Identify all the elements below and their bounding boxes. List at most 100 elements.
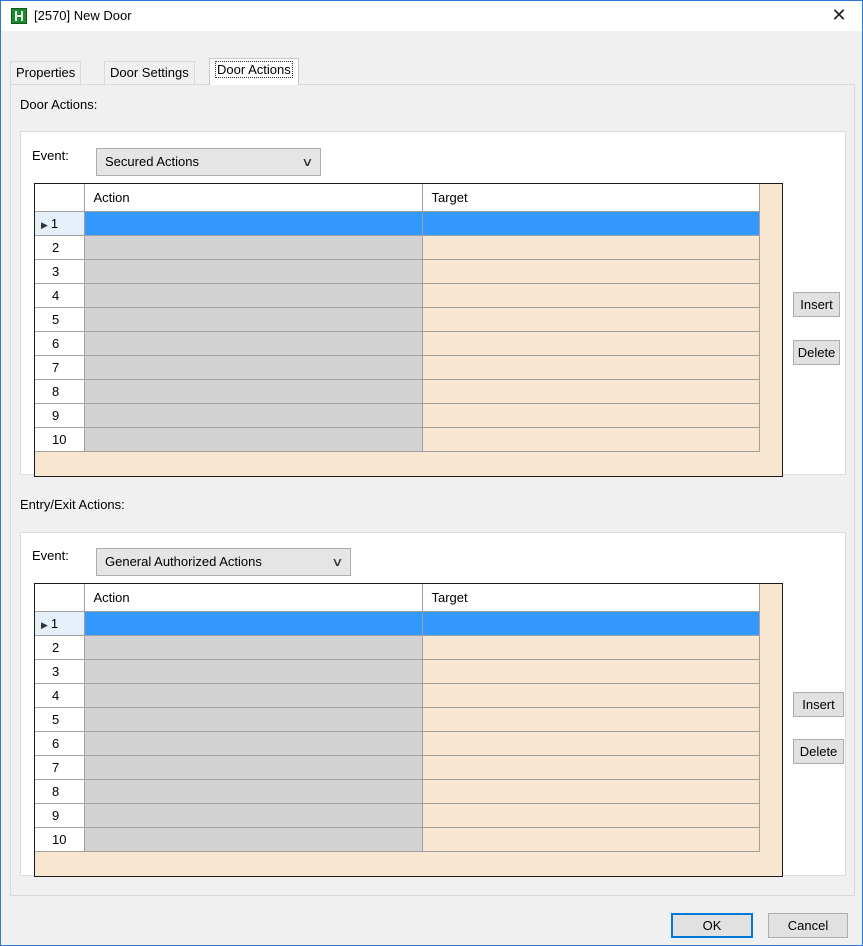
row-header[interactable]: 5 [35, 707, 85, 732]
target-cell[interactable] [422, 331, 760, 356]
table-row[interactable]: 8 [35, 779, 760, 804]
table-row[interactable]: 2 [35, 235, 760, 260]
target-cell[interactable] [422, 379, 760, 404]
table-row[interactable]: 6 [35, 731, 760, 756]
table-row[interactable]: 4 [35, 283, 760, 308]
table-row[interactable]: 3 [35, 259, 760, 284]
table-row[interactable]: 9 [35, 403, 760, 428]
table-row[interactable]: 9 [35, 803, 760, 828]
grid-corner-cell[interactable] [35, 584, 85, 612]
grid-corner-cell[interactable] [35, 184, 85, 212]
target-cell[interactable] [422, 235, 760, 260]
target-cell[interactable] [422, 307, 760, 332]
row-header[interactable]: 4 [35, 683, 85, 708]
close-icon[interactable]: ✕ [816, 1, 862, 31]
target-cell[interactable] [422, 427, 760, 452]
door-delete-button[interactable]: Delete [793, 340, 840, 365]
row-header[interactable]: 3 [35, 259, 85, 284]
row-header[interactable]: 10 [35, 827, 85, 852]
column-header-action[interactable]: Action [84, 184, 423, 212]
column-header-target[interactable]: Target [422, 184, 760, 212]
row-header[interactable]: 8 [35, 779, 85, 804]
row-header[interactable]: 2 [35, 635, 85, 660]
row-header[interactable]: 3 [35, 659, 85, 684]
door-insert-button[interactable]: Insert [793, 292, 840, 317]
target-cell[interactable] [422, 283, 760, 308]
action-cell[interactable] [84, 427, 423, 452]
table-row[interactable]: ▶ 1 [35, 611, 760, 636]
table-row[interactable]: 3 [35, 659, 760, 684]
target-cell[interactable] [422, 611, 760, 636]
action-cell[interactable] [84, 635, 423, 660]
row-header[interactable]: 7 [35, 355, 85, 380]
table-row[interactable]: 4 [35, 683, 760, 708]
action-cell[interactable] [84, 779, 423, 804]
table-row[interactable]: 7 [35, 355, 760, 380]
row-header[interactable]: 4 [35, 283, 85, 308]
row-header[interactable]: 9 [35, 803, 85, 828]
target-cell[interactable] [422, 259, 760, 284]
row-header[interactable]: 2 [35, 235, 85, 260]
tab-door-settings[interactable]: Door Settings [104, 61, 195, 84]
action-cell[interactable] [84, 403, 423, 428]
row-header[interactable]: 6 [35, 331, 85, 356]
target-cell[interactable] [422, 827, 760, 852]
row-header[interactable]: 7 [35, 755, 85, 780]
tab-door-actions[interactable]: Door Actions [209, 58, 299, 85]
action-cell[interactable] [84, 379, 423, 404]
row-header[interactable]: 6 [35, 731, 85, 756]
target-cell[interactable] [422, 635, 760, 660]
action-cell[interactable] [84, 283, 423, 308]
row-header[interactable]: ▶ 1 [35, 611, 85, 636]
action-cell[interactable] [84, 235, 423, 260]
cancel-button[interactable]: Cancel [768, 913, 848, 938]
action-cell[interactable] [84, 307, 423, 332]
table-row[interactable]: 10 [35, 827, 760, 852]
entry-insert-button[interactable]: Insert [793, 692, 844, 717]
row-header[interactable]: 8 [35, 379, 85, 404]
table-row[interactable]: 5 [35, 307, 760, 332]
table-row[interactable]: 5 [35, 707, 760, 732]
table-row[interactable]: 6 [35, 331, 760, 356]
target-cell[interactable] [422, 803, 760, 828]
action-cell[interactable] [84, 707, 423, 732]
action-cell[interactable] [84, 331, 423, 356]
target-cell[interactable] [422, 211, 760, 236]
target-cell[interactable] [422, 707, 760, 732]
table-row[interactable]: 7 [35, 755, 760, 780]
row-header[interactable]: 10 [35, 427, 85, 452]
action-cell[interactable] [84, 611, 423, 636]
action-cell[interactable] [84, 211, 423, 236]
row-header[interactable]: 5 [35, 307, 85, 332]
table-row[interactable]: 8 [35, 379, 760, 404]
target-cell[interactable] [422, 659, 760, 684]
door-event-select[interactable]: Secured Actions ∨ [96, 148, 321, 176]
door-actions-grid[interactable]: Action Target ▶ 1 2 3 4 5 6 7 8 9 10 [34, 183, 783, 477]
action-cell[interactable] [84, 259, 423, 284]
row-header[interactable]: 9 [35, 403, 85, 428]
target-cell[interactable] [422, 403, 760, 428]
action-cell[interactable] [84, 731, 423, 756]
target-cell[interactable] [422, 683, 760, 708]
action-cell[interactable] [84, 355, 423, 380]
action-cell[interactable] [84, 803, 423, 828]
entry-event-select[interactable]: General Authorized Actions ∨ [96, 548, 351, 576]
column-header-action[interactable]: Action [84, 584, 423, 612]
tab-properties[interactable]: Properties [10, 61, 82, 84]
target-cell[interactable] [422, 755, 760, 780]
table-row[interactable]: 2 [35, 635, 760, 660]
entry-delete-button[interactable]: Delete [793, 739, 844, 764]
action-cell[interactable] [84, 659, 423, 684]
column-header-target[interactable]: Target [422, 584, 760, 612]
ok-button[interactable]: OK [671, 913, 753, 938]
target-cell[interactable] [422, 731, 760, 756]
action-cell[interactable] [84, 827, 423, 852]
table-row[interactable]: ▶ 1 [35, 211, 760, 236]
target-cell[interactable] [422, 779, 760, 804]
row-header[interactable]: ▶ 1 [35, 211, 85, 236]
entry-exit-actions-grid[interactable]: Action Target ▶ 1 2 3 4 5 6 7 8 9 10 [34, 583, 783, 877]
action-cell[interactable] [84, 755, 423, 780]
table-row[interactable]: 10 [35, 427, 760, 452]
target-cell[interactable] [422, 355, 760, 380]
title-bar[interactable]: [2570] New Door ✕ [1, 1, 862, 31]
